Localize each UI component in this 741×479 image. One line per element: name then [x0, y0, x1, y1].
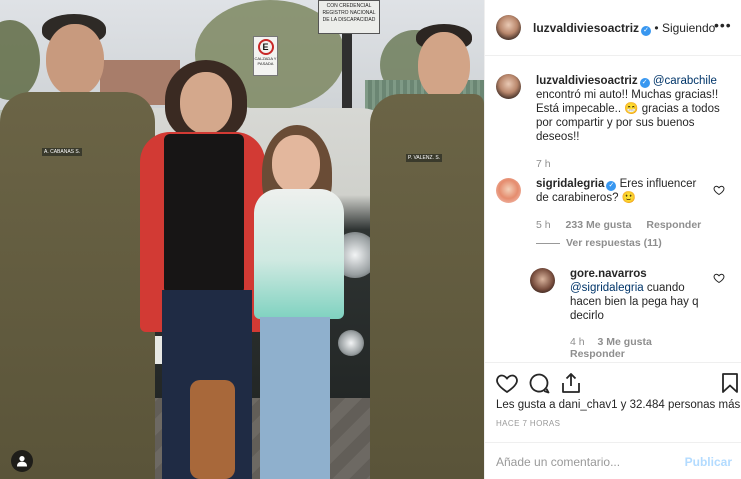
verified-icon: ✓	[639, 78, 650, 88]
face	[46, 24, 104, 96]
post-panel: luzvaldiviesoactriz ✓ • Siguiendo ••• luz…	[484, 0, 741, 479]
jeans	[260, 317, 330, 479]
post-header: luzvaldiviesoactriz ✓ • Siguiendo •••	[485, 0, 741, 56]
likes-user[interactable]: dani_chav1	[559, 399, 618, 411]
uniform	[370, 94, 484, 479]
avatar[interactable]	[496, 178, 521, 203]
hoodie	[254, 189, 344, 319]
comment-likes[interactable]: 233 Me gusta	[566, 219, 632, 231]
avatar[interactable]	[496, 74, 521, 99]
name-badge: P. VALENZ. S.	[406, 154, 443, 162]
reply-button-wrap: Responder	[570, 348, 625, 360]
black-top	[164, 134, 244, 294]
view-replies-button[interactable]: Ver respuestas (11)	[536, 237, 662, 249]
face	[272, 135, 320, 193]
comment-username[interactable]: gore.navarros	[570, 268, 647, 280]
heart-icon[interactable]	[713, 184, 725, 196]
caption-username[interactable]: luzvaldiviesoactriz	[536, 75, 638, 87]
view-replies-label: Ver respuestas (11)	[566, 237, 662, 249]
post-time-ago[interactable]: HACE 7 HORAS	[496, 419, 560, 428]
comment-icon[interactable]	[527, 371, 551, 395]
caption-text: encontró mi auto!! Muchas gracias!! Está…	[536, 89, 720, 143]
more-options-icon[interactable]: •••	[714, 18, 732, 36]
comment-time[interactable]: 4 h	[570, 336, 585, 348]
bookmark-icon[interactable]	[718, 371, 741, 395]
likes-suffix[interactable]: y 32.484 personas más	[617, 399, 741, 411]
comment-username[interactable]: sigridalegria	[536, 178, 604, 190]
name-badge: A. CABANAS S.	[42, 148, 83, 156]
girl	[250, 125, 345, 479]
comment-time[interactable]: 5 h	[536, 219, 551, 231]
reply-button[interactable]: Responder	[570, 348, 625, 360]
comment-likes[interactable]: 3 Me gusta	[598, 336, 652, 348]
likes-prefix: Les gusta a	[496, 399, 559, 411]
user-tag-button[interactable]	[11, 450, 33, 472]
officer-right: P. VALENZ. S.	[368, 24, 484, 479]
officer-left: A. CABANAS S.	[0, 14, 160, 479]
divider-line	[536, 242, 560, 244]
face	[418, 32, 470, 100]
user-tag-icon	[17, 456, 27, 467]
caption-time[interactable]: 7 h	[536, 158, 551, 170]
heart-icon[interactable]	[495, 371, 519, 395]
follow-separator: •	[654, 21, 659, 35]
author-username[interactable]: luzvaldiviesoactriz	[533, 21, 639, 35]
avatar[interactable]	[496, 15, 521, 40]
comment: sigridalegria ✓ Eres influencer de carabi…	[536, 177, 706, 205]
comment-meta: 4 h 3 Me gusta	[570, 336, 652, 348]
heart-icon[interactable]	[713, 272, 725, 284]
caption-mention[interactable]: @carabchile	[653, 75, 717, 87]
avatar[interactable]	[530, 268, 555, 293]
caption: luzvaldiviesoactriz ✓ @carabchile encontr…	[536, 74, 732, 144]
likes-summary: Les gusta a dani_chav1 y 32.484 personas…	[496, 399, 740, 411]
share-icon[interactable]	[559, 371, 583, 395]
comments-list[interactable]: luzvaldiviesoactriz ✓ @carabchile encontr…	[485, 57, 741, 363]
verified-icon: ✓	[641, 26, 652, 36]
face	[180, 72, 232, 134]
reply-button[interactable]: Responder	[646, 219, 701, 231]
header-line: luzvaldiviesoactriz ✓ • Siguiendo	[533, 21, 715, 36]
add-comment-bar: Publicar	[485, 442, 741, 479]
reply-comment: gore.navarros @sigridalegria cuando hace…	[570, 267, 705, 323]
verified-icon: ✓	[606, 181, 617, 191]
comment-input[interactable]	[496, 453, 676, 471]
handbag	[190, 380, 235, 479]
publish-button[interactable]: Publicar	[685, 455, 732, 469]
action-bar: Les gusta a dani_chav1 y 32.484 personas…	[485, 362, 741, 479]
comment-mention[interactable]: @sigridalegria	[570, 282, 644, 294]
comment-meta: 5 h 233 Me gusta Responder	[536, 219, 701, 231]
following-button[interactable]: Siguiendo	[662, 21, 715, 35]
post-photo[interactable]: CON CREDENCIAL REGISTRO NACIONAL DE LA D…	[0, 0, 484, 479]
